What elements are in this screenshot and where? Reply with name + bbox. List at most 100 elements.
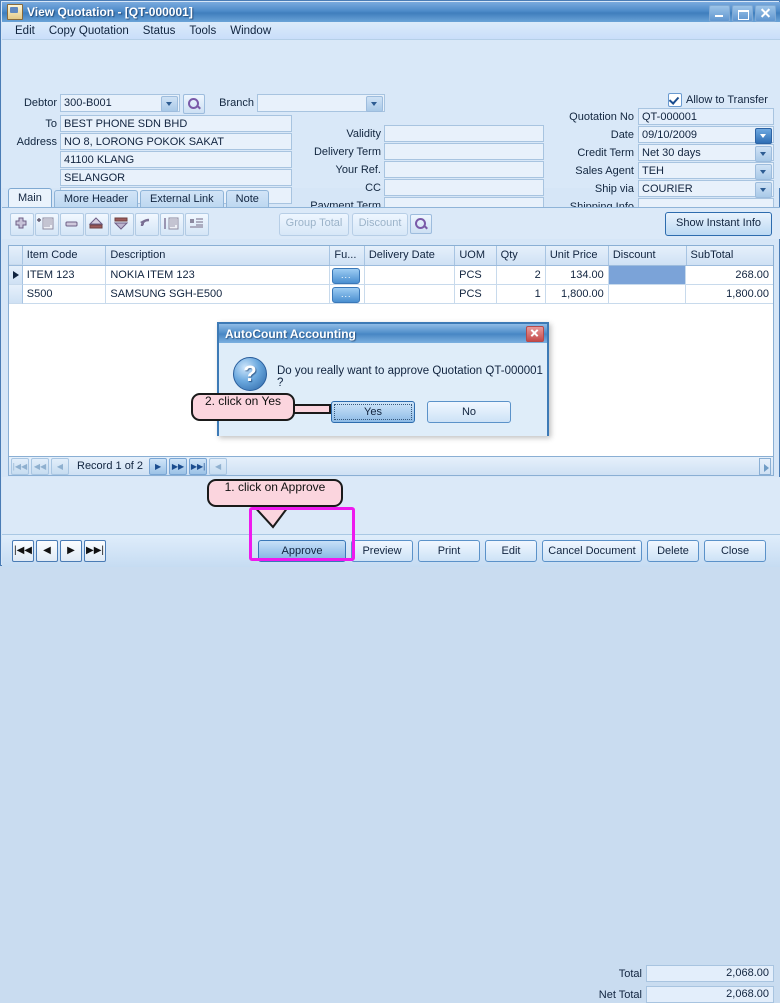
show-instant-info-button[interactable]: Show Instant Info	[665, 212, 772, 236]
branch-input[interactable]	[257, 94, 385, 112]
tab-main[interactable]: Main	[8, 188, 52, 208]
collapse-button[interactable]: ◀	[209, 457, 228, 475]
chevron-down-icon[interactable]	[755, 128, 772, 144]
cell-qty[interactable]: 2	[496, 266, 546, 285]
close-button[interactable]: Close	[704, 540, 766, 562]
move-down-icon[interactable]	[110, 213, 134, 236]
chevron-down-icon[interactable]	[755, 164, 772, 180]
table-row[interactable]: ITEM 123 NOKIA ITEM 123 ... PCS 2 134.00…	[9, 266, 773, 285]
menu-copy-quotation[interactable]: Copy Quotation	[42, 24, 136, 38]
dialog-no-button[interactable]: No	[427, 401, 511, 423]
indent-icon[interactable]	[160, 213, 184, 236]
cell-qty[interactable]: 1	[496, 285, 546, 304]
quotation-no-input[interactable]: QT-000001	[638, 108, 774, 125]
ellipsis-button[interactable]: ...	[332, 287, 361, 303]
approve-button[interactable]: Approve	[258, 540, 346, 562]
column-header-qty[interactable]: Qty	[497, 246, 546, 265]
table-row[interactable]: S500 SAMSUNG SGH-E500 ... PCS 1 1,800.00…	[9, 285, 773, 304]
tab-external-link[interactable]: External Link	[140, 190, 224, 208]
cell-delivery-date[interactable]	[364, 266, 456, 285]
cell-unit-price[interactable]: 1,800.00	[545, 285, 609, 304]
tab-more-header[interactable]: More Header	[53, 190, 139, 208]
outdent-icon[interactable]	[185, 213, 209, 236]
debtor-input[interactable]: 300-B001	[60, 94, 180, 112]
column-header-description[interactable]: Description	[106, 246, 331, 265]
footer-last-button[interactable]: ▶▶|	[84, 540, 106, 562]
cell-uom[interactable]: PCS	[455, 285, 497, 304]
column-header-item-code[interactable]: Item Code	[23, 246, 107, 265]
chevron-down-icon[interactable]	[366, 96, 383, 112]
cell-item-code[interactable]: ITEM 123	[22, 266, 107, 285]
prev-page-button[interactable]: ◀◀	[31, 457, 49, 475]
menu-tools[interactable]: Tools	[182, 24, 223, 38]
debtor-search-button[interactable]	[183, 94, 205, 114]
last-record-button[interactable]: ▶▶|	[189, 457, 208, 475]
cancel-document-button[interactable]: Cancel Document	[542, 540, 642, 562]
column-header-discount[interactable]: Discount	[609, 246, 687, 265]
allow-to-transfer-row[interactable]: Allow to Transfer	[668, 93, 768, 107]
edit-button[interactable]: Edit	[485, 540, 537, 562]
delivery-term-input[interactable]	[384, 143, 544, 160]
checkbox-checked-icon[interactable]	[668, 93, 682, 107]
cell-item-code[interactable]: S500	[22, 285, 107, 304]
column-header-unit-price[interactable]: Unit Price	[546, 246, 609, 265]
to-input[interactable]: BEST PHONE SDN BHD	[60, 115, 292, 132]
date-input[interactable]: 09/10/2009	[638, 126, 774, 144]
insert-row-icon[interactable]	[35, 213, 59, 236]
cc-input[interactable]	[384, 179, 544, 196]
validity-input[interactable]	[384, 125, 544, 142]
menu-status[interactable]: Status	[136, 24, 183, 38]
column-header-uom[interactable]: UOM	[455, 246, 497, 265]
cell-subtotal[interactable]: 1,800.00	[686, 285, 773, 304]
delete-row-icon[interactable]	[60, 213, 84, 236]
column-header-delivery-date[interactable]: Delivery Date	[365, 246, 456, 265]
footer-next-button[interactable]: ▶	[60, 540, 82, 562]
column-header-subtotal[interactable]: SubTotal	[687, 246, 774, 265]
cell-unit-price[interactable]: 134.00	[545, 266, 609, 285]
ellipsis-button[interactable]: ...	[332, 268, 361, 284]
menu-edit[interactable]: Edit	[8, 24, 42, 38]
minimize-icon[interactable]	[709, 5, 730, 22]
credit-term-input[interactable]: Net 30 days	[638, 144, 774, 162]
cell-uom[interactable]: PCS	[455, 266, 497, 285]
close-icon[interactable]	[755, 5, 776, 22]
prev-record-button[interactable]: ◀	[51, 457, 69, 475]
maximize-icon[interactable]	[732, 5, 753, 22]
undo-icon[interactable]	[135, 213, 159, 236]
delete-button[interactable]: Delete	[647, 540, 699, 562]
sales-agent-input[interactable]: TEH	[638, 162, 774, 180]
your-ref-input[interactable]	[384, 161, 544, 178]
chevron-down-icon[interactable]	[755, 146, 772, 162]
ship-via-input[interactable]: COURIER	[638, 180, 774, 198]
tab-note[interactable]: Note	[225, 190, 269, 208]
address-line-3[interactable]: SELANGOR	[60, 169, 292, 186]
footer-first-button[interactable]: |◀◀	[12, 540, 34, 562]
grid-find-button[interactable]	[410, 214, 432, 234]
first-record-button[interactable]: |◀◀	[11, 457, 29, 475]
column-header-further-description[interactable]: Fu...	[330, 246, 365, 265]
footer-prev-button[interactable]: ◀	[36, 540, 58, 562]
close-icon[interactable]	[526, 325, 544, 342]
chevron-down-icon[interactable]	[161, 96, 178, 112]
address-line-2[interactable]: 41100 KLANG	[60, 151, 292, 168]
cell-delivery-date[interactable]	[364, 285, 456, 304]
cell-discount[interactable]	[608, 285, 687, 304]
print-button[interactable]: Print	[418, 540, 480, 562]
grid-scroll-corner[interactable]	[759, 458, 771, 475]
cell-further-description[interactable]: ...	[330, 266, 365, 285]
move-up-icon[interactable]	[85, 213, 109, 236]
cell-discount[interactable]	[608, 266, 687, 285]
add-row-icon[interactable]	[10, 213, 34, 236]
cell-description[interactable]: SAMSUNG SGH-E500	[106, 285, 331, 304]
cell-subtotal[interactable]: 268.00	[686, 266, 773, 285]
next-page-button[interactable]: ▶▶	[169, 457, 188, 475]
next-record-button[interactable]: ▶	[149, 457, 168, 475]
cell-further-description[interactable]: ...	[330, 285, 365, 304]
group-total-button[interactable]: Group Total	[279, 213, 349, 236]
preview-button[interactable]: Preview	[351, 540, 413, 562]
chevron-down-icon[interactable]	[755, 182, 772, 198]
discount-button[interactable]: Discount	[352, 213, 408, 236]
cell-description[interactable]: NOKIA ITEM 123	[106, 266, 331, 285]
menu-window[interactable]: Window	[223, 24, 278, 38]
address-line-1[interactable]: NO 8, LORONG POKOK SAKAT	[60, 133, 292, 150]
